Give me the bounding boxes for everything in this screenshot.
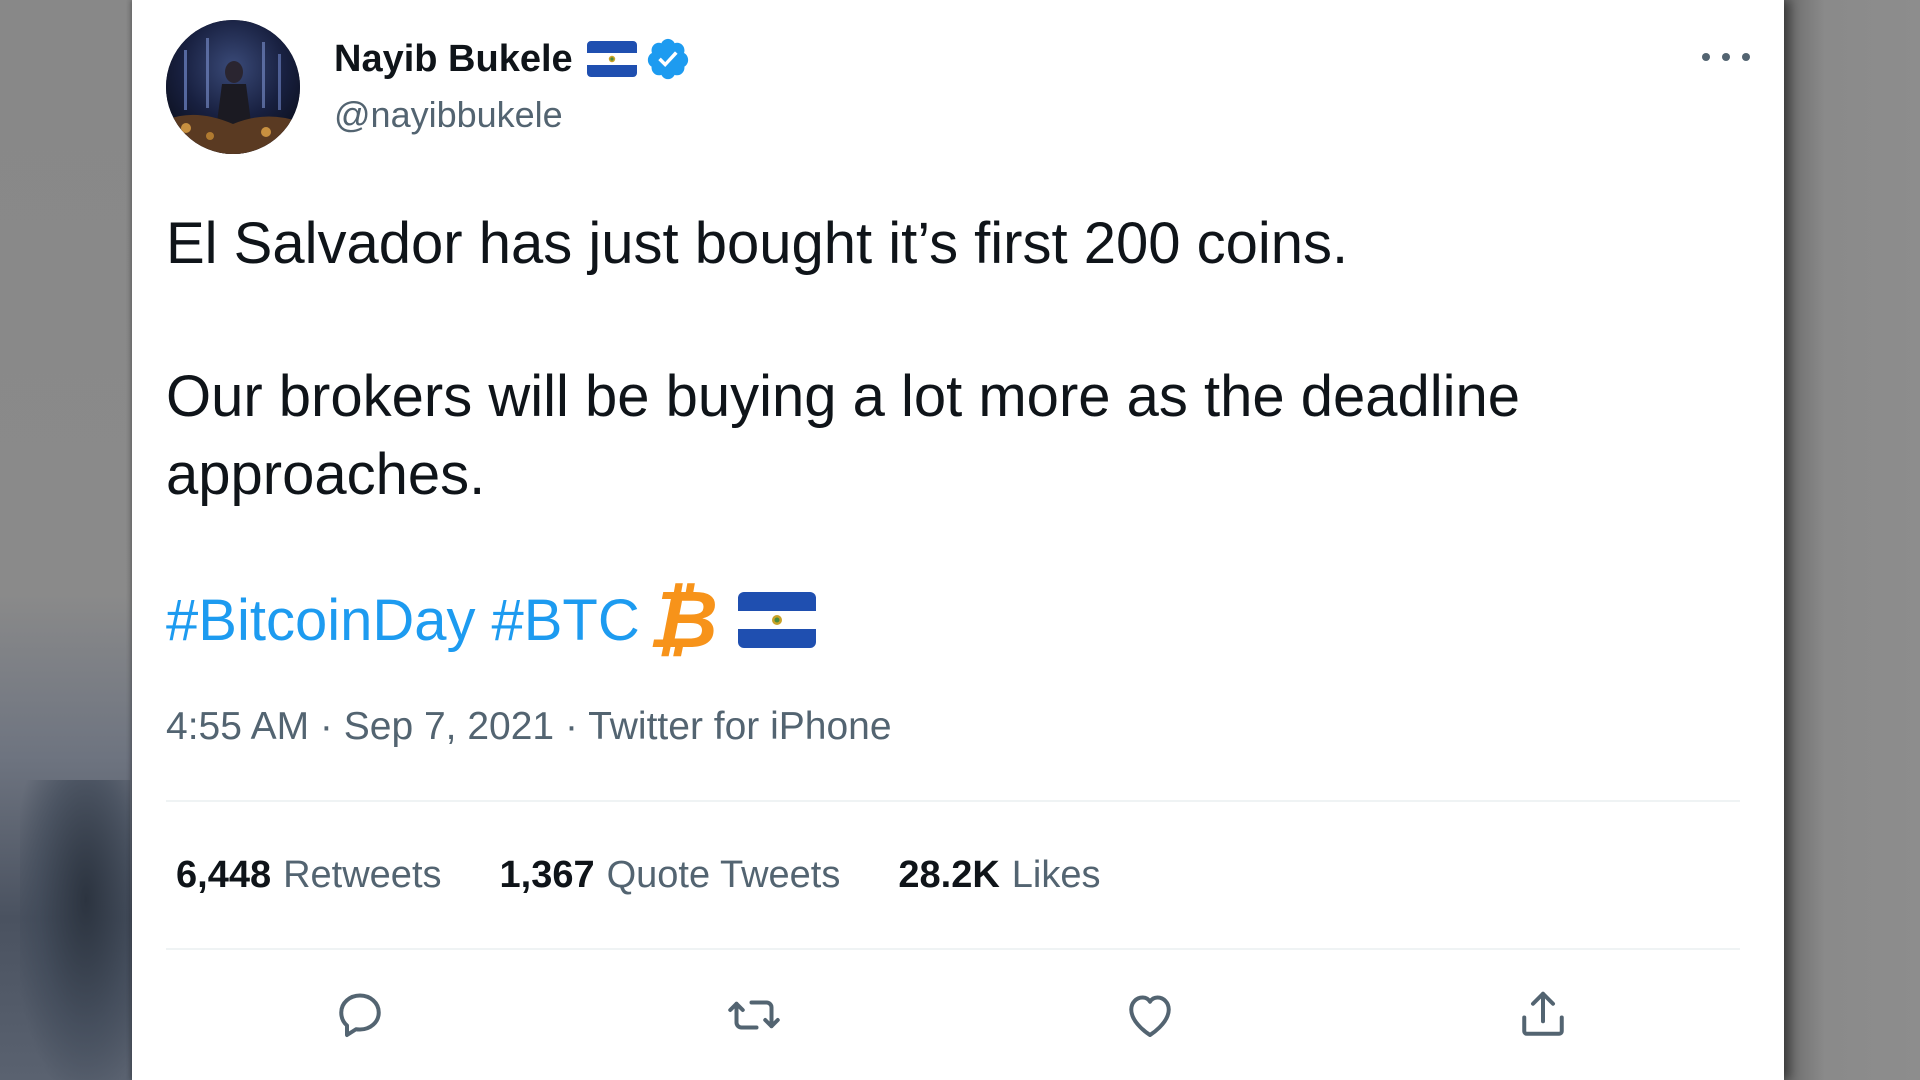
tweet-paragraph-1: El Salvador has just bought it’s first 2… bbox=[166, 211, 1349, 276]
quote-tweets-label: Quote Tweets bbox=[606, 853, 841, 896]
meta-separator: · bbox=[309, 705, 344, 748]
tweet-card: Nayib Bukele @nayibbukele El Salvador ha… bbox=[132, 0, 1784, 1080]
likes-stat[interactable]: 28.2K Likes bbox=[898, 854, 1100, 897]
author-handle[interactable]: @nayibbukele bbox=[334, 94, 563, 136]
retweets-count: 6,448 bbox=[176, 853, 272, 896]
likes-count: 28.2K bbox=[898, 853, 1000, 896]
meta-separator: · bbox=[554, 705, 589, 748]
bitcoin-icon: ₿ bbox=[647, 575, 718, 664]
dot bbox=[1702, 53, 1710, 61]
background-left bbox=[0, 0, 132, 1080]
quote-tweets-count: 1,367 bbox=[499, 853, 595, 896]
el-salvador-flag-icon bbox=[586, 41, 637, 77]
verified-badge-icon bbox=[645, 36, 691, 82]
retweet-icon[interactable] bbox=[724, 985, 784, 1045]
hashtag-btc[interactable]: #BTC bbox=[491, 587, 639, 654]
dot bbox=[1722, 53, 1730, 61]
divider bbox=[166, 948, 1740, 950]
author-name-row: Nayib Bukele bbox=[334, 34, 691, 84]
retweets-label: Retweets bbox=[283, 853, 442, 896]
divider bbox=[166, 800, 1740, 802]
tweet-source[interactable]: Twitter for iPhone bbox=[588, 705, 891, 748]
likes-label: Likes bbox=[1011, 853, 1101, 896]
like-icon[interactable] bbox=[1120, 985, 1180, 1045]
el-salvador-flag-icon bbox=[737, 592, 816, 648]
display-name[interactable]: Nayib Bukele bbox=[334, 38, 573, 81]
retweets-stat[interactable]: 6,448 Retweets bbox=[176, 854, 442, 897]
share-icon[interactable] bbox=[1513, 985, 1573, 1045]
tweet-time[interactable]: 4:55 AM bbox=[166, 705, 309, 748]
tweet-date[interactable]: Sep 7, 2021 bbox=[344, 705, 554, 748]
tweet-actions bbox=[132, 985, 1784, 1045]
tweet-meta: 4:55 AM · Sep 7, 2021 · Twitter for iPho… bbox=[166, 705, 892, 749]
more-options-icon[interactable] bbox=[1702, 44, 1750, 70]
dot bbox=[1742, 53, 1750, 61]
avatar[interactable] bbox=[166, 20, 300, 154]
background-right bbox=[1784, 0, 1920, 1080]
tweet-paragraph-2: Our brokers will be buying a lot more as… bbox=[166, 364, 1521, 507]
hashtags-row: #BitcoinDay #BTC ₿ bbox=[166, 580, 816, 660]
hashtag-bitcoinday[interactable]: #BitcoinDay bbox=[166, 587, 475, 654]
tweet-stats: 6,448 Retweets 1,367 Quote Tweets 28.2K Lik… bbox=[176, 850, 1101, 900]
quote-tweets-stat[interactable]: 1,367 Quote Tweets bbox=[500, 854, 841, 897]
reply-icon[interactable] bbox=[330, 985, 390, 1045]
